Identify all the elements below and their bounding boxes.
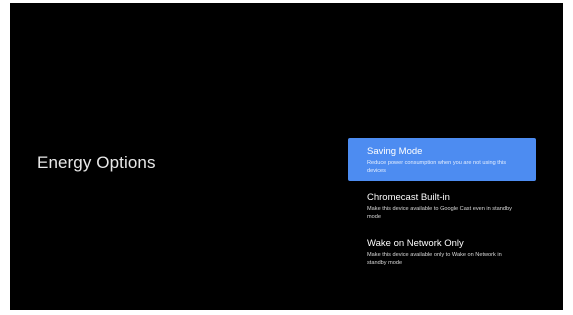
option-description: Make this device available to Google Cas… [367,206,512,220]
tv-screen: Energy Options Saving Mode Reduce power … [10,3,563,310]
option-title: Wake on Network Only [367,238,464,249]
option-title: Saving Mode [367,146,423,157]
option-description: Reduce power consumption when you are no… [367,160,506,174]
energy-options-list: Saving Mode Reduce power consumption whe… [348,138,536,276]
page-title: Energy Options [37,153,156,172]
option-chromecast-built-in[interactable]: Chromecast Built-in Make this device ava… [348,184,536,227]
option-wake-on-network-only[interactable]: Wake on Network Only Make this device av… [348,230,536,273]
option-saving-mode[interactable]: Saving Mode Reduce power consumption whe… [348,138,536,181]
option-title: Chromecast Built-in [367,192,450,203]
option-description: Make this device available only to Wake … [367,252,502,266]
